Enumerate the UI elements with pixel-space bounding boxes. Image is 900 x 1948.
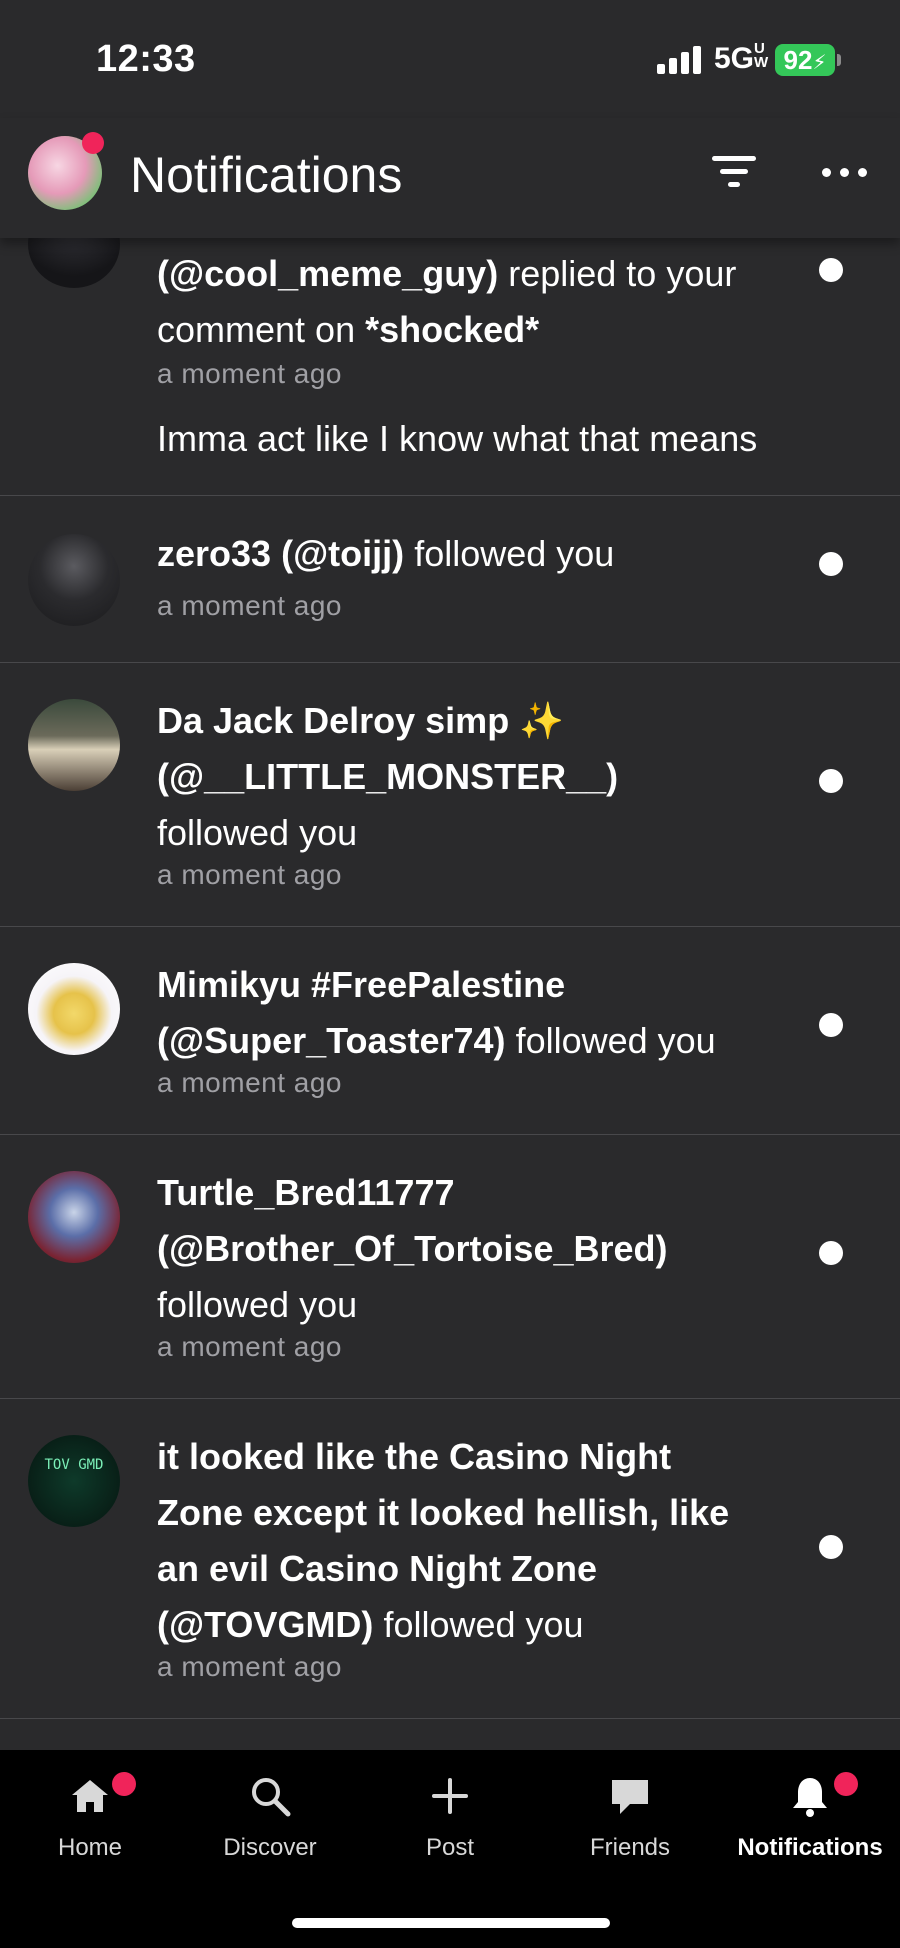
unread-dot (819, 1241, 843, 1265)
tab-label: Friends (589, 1834, 671, 1861)
plus-icon (432, 1778, 468, 1814)
notifications-badge-dot (834, 1772, 858, 1796)
bell-icon (793, 1778, 827, 1817)
list-item[interactable]: TOV GMD it looked like the Casino Night … (0, 1399, 900, 1719)
unread-dot (819, 1535, 843, 1559)
notification-text: it looked like the Casino Night Zone exc… (157, 1436, 730, 1645)
tab-discover[interactable]: Discover (180, 1750, 360, 1900)
unread-dot (819, 1013, 843, 1037)
user-avatar[interactable] (28, 963, 120, 1055)
list-item[interactable]: Mimikyu #FreePalestine (@Super_Toaster74… (0, 927, 900, 1135)
battery-cap (837, 54, 841, 66)
notification-time: a moment ago (157, 1331, 342, 1362)
list-item[interactable]: Da Jack Delroy simp ✨ (@__LITTLE_MONSTER… (0, 663, 900, 927)
notification-time: a moment ago (157, 590, 342, 621)
notification-time: a moment ago (157, 859, 342, 890)
tab-post[interactable]: Post (360, 1750, 540, 1900)
more-options-icon[interactable] (822, 168, 868, 178)
list-item[interactable]: Turtle_Bred11777 (@Brother_Of_Tortoise_B… (0, 1135, 900, 1399)
status-bar: 12:33 5GUW 92⚡ (0, 0, 900, 118)
notification-time: a moment ago (157, 1651, 342, 1682)
user-avatar[interactable] (28, 534, 120, 626)
profile-badge-dot (82, 132, 104, 154)
tab-label: Home (57, 1834, 123, 1861)
tab-home[interactable]: Home (0, 1750, 180, 1900)
notification-list: (@cool_meme_guy) replied to your comment… (0, 200, 900, 1719)
unread-dot (819, 769, 843, 793)
avatar-logo-text: TOV GMD (44, 1457, 104, 1473)
network-label: 5GUW (714, 40, 769, 75)
header: Notifications (0, 118, 900, 238)
tab-friends[interactable]: Friends (540, 1750, 720, 1900)
home-icon (72, 1780, 108, 1812)
home-badge-dot (112, 1772, 136, 1796)
notification-time: a moment ago (157, 1067, 342, 1098)
status-time: 12:33 (96, 38, 196, 80)
tab-notifications[interactable]: Notifications (720, 1750, 900, 1900)
notification-text: (@cool_meme_guy) replied to your comment… (157, 253, 737, 350)
battery-indicator: 92⚡ (775, 44, 835, 76)
tab-label: Post (425, 1834, 475, 1861)
tab-label: Discover (223, 1834, 317, 1861)
notification-text: Mimikyu #FreePalestine (@Super_Toaster74… (157, 964, 716, 1061)
user-avatar[interactable] (28, 699, 120, 791)
notification-text: zero33 (@toijj) followed you (157, 533, 615, 574)
unread-dot (819, 258, 843, 282)
unread-dot (819, 552, 843, 576)
list-item[interactable]: (@cool_meme_guy) replied to your comment… (0, 200, 900, 496)
notification-text: Turtle_Bred11777 (@Brother_Of_Tortoise_B… (157, 1172, 668, 1325)
filter-icon[interactable] (712, 156, 758, 188)
user-avatar[interactable] (28, 1171, 120, 1263)
search-icon (252, 1778, 291, 1817)
list-item[interactable]: zero33 (@toijj) followed you a moment ag… (0, 496, 900, 663)
reply-text: Imma act like I know what that means (157, 418, 758, 459)
user-avatar[interactable]: TOV GMD (28, 1435, 120, 1527)
tab-label: Notifications (737, 1834, 883, 1861)
notification-time: a moment ago (157, 358, 342, 389)
signal-icon (657, 44, 703, 74)
notification-text: Da Jack Delroy simp ✨ (@__LITTLE_MONSTER… (157, 700, 619, 853)
page-title: Notifications (130, 147, 403, 203)
home-indicator (292, 1918, 610, 1928)
chat-bubble-icon (612, 1780, 648, 1814)
